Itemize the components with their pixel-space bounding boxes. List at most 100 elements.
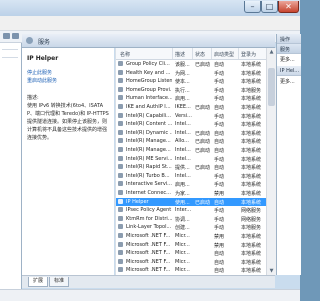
- title-bar: – □ ✕: [0, 0, 300, 16]
- table-row[interactable]: Intel(R) Turbo B... Intel... 手动 本地系统: [116, 172, 266, 180]
- cell-startup: 禁用: [214, 191, 225, 197]
- cell-name: Microsoft .NET F...: [126, 233, 171, 239]
- table-row[interactable]: Intel(R) Capabili... Versi... 手动 本地系统: [116, 112, 266, 120]
- scroll-up-icon[interactable]: ▲: [267, 48, 276, 56]
- cell-desc: 提供...: [175, 165, 190, 172]
- table-row[interactable]: Intel(R) Content ... Intel... 手动 本地系统: [116, 120, 266, 128]
- tree-node[interactable]: [2, 57, 18, 58]
- more-actions-services[interactable]: 更多...: [280, 56, 295, 63]
- cell-name: Intel(R) Dynamic ...: [126, 129, 172, 136]
- service-gear-icon: [118, 138, 123, 144]
- tab-standard[interactable]: 标准: [49, 277, 70, 287]
- cell-logon: 本地系统: [241, 113, 262, 120]
- minimize-button[interactable]: –: [244, 1, 261, 13]
- cell-desc: 为家...: [175, 191, 190, 197]
- table-row[interactable]: Microsoft .NET F... Micr... 自动 本地系统: [116, 266, 266, 274]
- services-table[interactable]: 名称 描述 状态 启动类型 登录为 Group Policy Cli... 该服.…: [115, 48, 266, 275]
- cell-logon: 本地系统: [241, 156, 262, 163]
- table-row[interactable]: Microsoft .NET F... Micr... 自动 本地系统: [116, 258, 266, 266]
- column-header-row: 名称 描述 状态 启动类型 登录为: [116, 48, 266, 60]
- table-row[interactable]: Internet Connec... 为家... 禁用 本地系统: [116, 189, 266, 197]
- table-row[interactable]: IP Helper 使用... 已启动 自动 本地系统: [116, 197, 266, 206]
- cell-logon: 本地系统: [241, 96, 262, 103]
- cell-status: 已启动: [195, 105, 211, 111]
- column-startup-type[interactable]: 启动类型: [214, 51, 234, 58]
- column-name[interactable]: 名称: [120, 51, 130, 58]
- column-logon-as[interactable]: 登录为: [241, 51, 256, 58]
- cell-name: Intel(R) Rapid St...: [126, 164, 172, 171]
- console-tree[interactable]: [0, 43, 22, 289]
- scroll-down-icon[interactable]: ▼: [267, 267, 276, 275]
- column-description[interactable]: 描述: [175, 51, 185, 58]
- cell-logon: 本地系统: [241, 165, 262, 172]
- cell-desc: 执行...: [175, 87, 190, 94]
- cell-logon: 本地系统: [241, 139, 262, 146]
- cell-desc: Micr...: [175, 233, 190, 239]
- table-row[interactable]: Intel(R) Dynamic ... Intel... 已启动 自动 本地系统: [116, 129, 266, 137]
- cell-startup: 手动: [214, 173, 225, 180]
- services-window: – □ ✕ 服务 IP Helper 停止此服务 重启动此服务 描述: 使用 I…: [0, 0, 301, 301]
- maximize-button[interactable]: □: [261, 1, 278, 13]
- table-row[interactable]: IKE and AuthIP I... IKEE... 已启动 自动 本地系统: [116, 103, 266, 111]
- menu-bar: [0, 16, 300, 31]
- table-row[interactable]: KtmRm for Distri... 协调... 手动 网络服务: [116, 215, 266, 223]
- column-status[interactable]: 状态: [195, 51, 205, 58]
- cell-startup: 自动: [214, 139, 225, 146]
- table-row[interactable]: Microsoft .NET F... Micr... 自动 本地系统: [116, 249, 266, 257]
- cell-desc: 创建...: [175, 225, 190, 232]
- cell-name: Intel(R) Capabili...: [126, 112, 171, 119]
- table-row[interactable]: Intel(R) ME Servi... Intel... 手动 本地系统: [116, 155, 266, 163]
- actions-section-service[interactable]: IP Hel...: [277, 66, 301, 76]
- tab-extended[interactable]: 扩展: [28, 277, 49, 287]
- cell-desc: Micr...: [175, 267, 190, 274]
- table-row[interactable]: Microsoft .NET F... Micr... 禁用 本地系统: [116, 241, 266, 249]
- tree-node[interactable]: [2, 49, 18, 50]
- actions-section-services[interactable]: 服务: [277, 44, 301, 54]
- service-gear-icon: [118, 190, 123, 195]
- cell-startup: 自动: [214, 259, 225, 266]
- cell-desc: 启用...: [175, 182, 190, 189]
- cell-startup: 自动: [214, 130, 225, 137]
- cell-status: 已启动: [195, 62, 211, 68]
- close-button[interactable]: ✕: [278, 1, 299, 13]
- cell-logon: 本地系统: [241, 199, 262, 206]
- service-gear-icon: [118, 164, 123, 170]
- table-row[interactable]: Intel(R) Manage... Allo... 已启动 自动 本地系统: [116, 137, 266, 145]
- actions-title-label: 操作: [280, 37, 291, 43]
- cell-startup: 手动: [214, 70, 225, 77]
- service-gear-icon: [118, 121, 123, 127]
- cell-startup: 自动: [214, 268, 225, 275]
- cell-desc: Inter...: [175, 207, 192, 214]
- service-gear-icon: [118, 95, 123, 101]
- service-gear-icon: [118, 198, 123, 204]
- cell-status: 已启动: [195, 130, 211, 137]
- table-row[interactable]: Link-Layer Topol... 创建... 手动 本地服务: [116, 223, 266, 231]
- cell-name: Human Interface...: [126, 95, 172, 102]
- table-row[interactable]: IPsec Policy Agent Inter... 手动 网络服务: [116, 206, 266, 214]
- cell-desc: 该服...: [175, 62, 190, 68]
- stop-service-link[interactable]: 停止此服务: [27, 69, 52, 76]
- cell-startup: 手动: [214, 113, 225, 120]
- table-row[interactable]: Human Interface... 启用... 手动 本地系统: [116, 94, 266, 102]
- table-row[interactable]: Interactive Servi... 启用... 手动 本地系统: [116, 180, 266, 188]
- table-row[interactable]: HomeGroup Listen...使本... 手动 本地系统: [116, 77, 266, 85]
- cell-desc: Allo...: [175, 138, 189, 145]
- cell-startup: 禁用: [214, 234, 225, 240]
- cell-logon: 本地系统: [241, 242, 262, 249]
- scroll-thumb[interactable]: [268, 68, 275, 106]
- restart-service-link[interactable]: 重启动此服务: [27, 77, 57, 84]
- cell-logon: 本地系统: [241, 234, 262, 240]
- table-row[interactable]: Health Key and ... 为网... 手动 本地系统: [116, 69, 266, 77]
- table-row[interactable]: Microsoft .NET F... Micr... 禁用 本地系统: [116, 232, 266, 240]
- table-row[interactable]: Group Policy Cli... 该服... 已启动 自动 本地系统: [116, 60, 266, 68]
- service-gear-icon: [118, 129, 123, 135]
- more-actions-service[interactable]: 更多...: [280, 78, 295, 85]
- table-row[interactable]: Intel(R) Manage... Intel... 已启动 自动 本地系统: [116, 146, 266, 154]
- vertical-scrollbar[interactable]: ▲ ▼: [266, 48, 276, 275]
- cell-startup: 自动: [214, 165, 225, 172]
- back-icon[interactable]: [3, 33, 10, 39]
- table-row[interactable]: HomeGroup Provi... 执行... 手动 本地服务: [116, 86, 266, 94]
- forward-icon[interactable]: [12, 33, 19, 39]
- table-row[interactable]: Intel(R) Rapid St... 提供... 已启动 自动 本地系统: [116, 163, 266, 171]
- actions-pane: 操作 服务 更多... IP Hel... 更多...: [276, 34, 301, 275]
